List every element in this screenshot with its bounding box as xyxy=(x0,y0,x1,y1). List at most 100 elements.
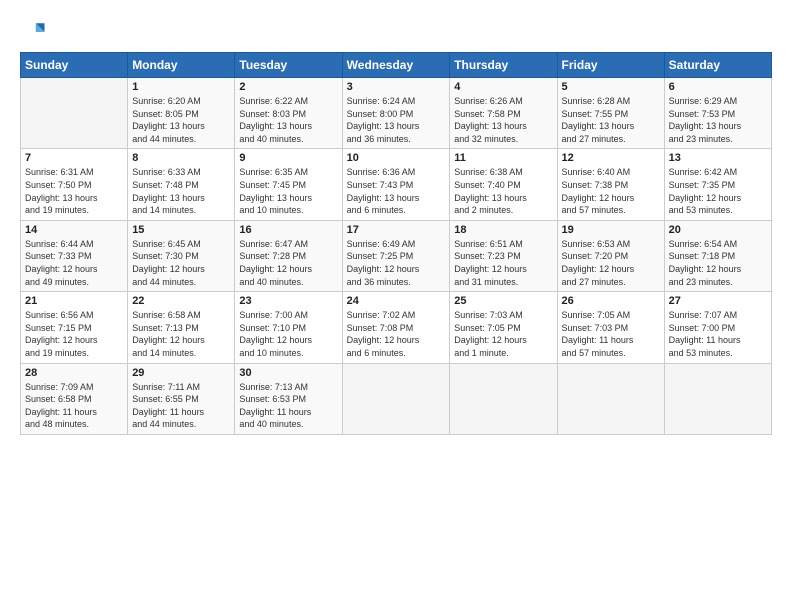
day-info: Sunrise: 7:07 AM Sunset: 7:00 PM Dayligh… xyxy=(669,309,767,359)
day-info: Sunrise: 7:05 AM Sunset: 7:03 PM Dayligh… xyxy=(562,309,660,359)
day-number: 25 xyxy=(454,295,552,307)
day-number: 4 xyxy=(454,81,552,93)
day-number: 18 xyxy=(454,224,552,236)
day-info: Sunrise: 6:58 AM Sunset: 7:13 PM Dayligh… xyxy=(132,309,230,359)
weekday-tuesday: Tuesday xyxy=(235,53,342,78)
day-cell xyxy=(450,363,557,434)
day-number: 3 xyxy=(347,81,446,93)
week-row-3: 21 Sunrise: 6:56 AM Sunset: 7:15 PM Dayli… xyxy=(21,292,772,363)
week-row-4: 28 Sunrise: 7:09 AM Sunset: 6:58 PM Dayli… xyxy=(21,363,772,434)
day-info: Sunrise: 6:40 AM Sunset: 7:38 PM Dayligh… xyxy=(562,166,660,216)
day-cell: 29 Sunrise: 7:11 AM Sunset: 6:55 PM Dayli… xyxy=(128,363,235,434)
day-cell: 25Sunrise: 7:03 AM Sunset: 7:05 PM Dayli… xyxy=(450,292,557,363)
day-cell: 23 Sunrise: 7:00 AM Sunset: 7:10 PM Dayli… xyxy=(235,292,342,363)
day-number: 12 xyxy=(562,152,660,164)
day-number: 16 xyxy=(239,224,337,236)
day-cell xyxy=(21,78,128,149)
day-info: Sunrise: 7:02 AM Sunset: 7:08 PM Dayligh… xyxy=(347,309,446,359)
day-cell: 7 Sunrise: 6:31 AM Sunset: 7:50 PM Daylig… xyxy=(21,149,128,220)
day-number: 21 xyxy=(25,295,123,307)
day-number: 17 xyxy=(347,224,446,236)
day-info: Sunrise: 7:13 AM Sunset: 6:53 PM Dayligh… xyxy=(239,381,337,431)
day-cell: 22Sunrise: 6:58 AM Sunset: 7:13 PM Dayli… xyxy=(128,292,235,363)
day-cell: 1 Sunrise: 6:20 AM Sunset: 8:05 PM Daylig… xyxy=(128,78,235,149)
day-cell: 28 Sunrise: 7:09 AM Sunset: 6:58 PM Dayli… xyxy=(21,363,128,434)
day-number: 23 xyxy=(239,295,337,307)
day-cell: 27 Sunrise: 7:07 AM Sunset: 7:00 PM Dayli… xyxy=(664,292,771,363)
calendar: SundayMondayTuesdayWednesdayThursdayFrid… xyxy=(20,52,772,435)
day-number: 30 xyxy=(239,367,337,379)
day-cell: 16 Sunrise: 6:47 AM Sunset: 7:28 PM Dayli… xyxy=(235,220,342,291)
day-cell: 15 Sunrise: 6:45 AM Sunset: 7:30 PM Dayli… xyxy=(128,220,235,291)
day-number: 29 xyxy=(132,367,230,379)
day-number: 19 xyxy=(562,224,660,236)
day-info: Sunrise: 6:29 AM Sunset: 7:53 PM Dayligh… xyxy=(669,95,767,145)
day-number: 2 xyxy=(239,81,337,93)
day-info: Sunrise: 6:44 AM Sunset: 7:33 PM Dayligh… xyxy=(25,238,123,288)
day-info: Sunrise: 6:42 AM Sunset: 7:35 PM Dayligh… xyxy=(669,166,767,216)
day-number: 14 xyxy=(25,224,123,236)
day-cell: 24 Sunrise: 7:02 AM Sunset: 7:08 PM Dayli… xyxy=(342,292,450,363)
day-cell: 6 Sunrise: 6:29 AM Sunset: 7:53 PM Daylig… xyxy=(664,78,771,149)
day-number: 8 xyxy=(132,152,230,164)
day-cell: 3 Sunrise: 6:24 AM Sunset: 8:00 PM Daylig… xyxy=(342,78,450,149)
day-cell: 5 Sunrise: 6:28 AM Sunset: 7:55 PM Daylig… xyxy=(557,78,664,149)
day-cell: 20 Sunrise: 6:54 AM Sunset: 7:18 PM Dayli… xyxy=(664,220,771,291)
day-info: Sunrise: 6:24 AM Sunset: 8:00 PM Dayligh… xyxy=(347,95,446,145)
day-number: 5 xyxy=(562,81,660,93)
day-info: Sunrise: 6:51 AM Sunset: 7:23 PM Dayligh… xyxy=(454,238,552,288)
day-number: 27 xyxy=(669,295,767,307)
day-info: Sunrise: 7:11 AM Sunset: 6:55 PM Dayligh… xyxy=(132,381,230,431)
day-cell: 10Sunrise: 6:36 AM Sunset: 7:43 PM Dayli… xyxy=(342,149,450,220)
day-info: Sunrise: 6:56 AM Sunset: 7:15 PM Dayligh… xyxy=(25,309,123,359)
weekday-friday: Friday xyxy=(557,53,664,78)
page: SundayMondayTuesdayWednesdayThursdayFrid… xyxy=(0,0,792,612)
day-number: 20 xyxy=(669,224,767,236)
day-info: Sunrise: 6:31 AM Sunset: 7:50 PM Dayligh… xyxy=(25,166,123,216)
day-info: Sunrise: 6:54 AM Sunset: 7:18 PM Dayligh… xyxy=(669,238,767,288)
day-number: 24 xyxy=(347,295,446,307)
day-number: 11 xyxy=(454,152,552,164)
header xyxy=(20,18,772,46)
day-info: Sunrise: 6:45 AM Sunset: 7:30 PM Dayligh… xyxy=(132,238,230,288)
day-info: Sunrise: 6:28 AM Sunset: 7:55 PM Dayligh… xyxy=(562,95,660,145)
weekday-monday: Monday xyxy=(128,53,235,78)
day-info: Sunrise: 7:09 AM Sunset: 6:58 PM Dayligh… xyxy=(25,381,123,431)
day-cell: 2 Sunrise: 6:22 AM Sunset: 8:03 PM Daylig… xyxy=(235,78,342,149)
day-number: 13 xyxy=(669,152,767,164)
day-number: 1 xyxy=(132,81,230,93)
day-cell xyxy=(557,363,664,434)
weekday-wednesday: Wednesday xyxy=(342,53,450,78)
day-number: 28 xyxy=(25,367,123,379)
weekday-thursday: Thursday xyxy=(450,53,557,78)
week-row-2: 14 Sunrise: 6:44 AM Sunset: 7:33 PM Dayli… xyxy=(21,220,772,291)
day-info: Sunrise: 6:22 AM Sunset: 8:03 PM Dayligh… xyxy=(239,95,337,145)
day-info: Sunrise: 6:38 AM Sunset: 7:40 PM Dayligh… xyxy=(454,166,552,216)
day-cell: 26Sunrise: 7:05 AM Sunset: 7:03 PM Dayli… xyxy=(557,292,664,363)
logo xyxy=(20,18,52,46)
day-cell: 30 Sunrise: 7:13 AM Sunset: 6:53 PM Dayli… xyxy=(235,363,342,434)
week-row-0: 1 Sunrise: 6:20 AM Sunset: 8:05 PM Daylig… xyxy=(21,78,772,149)
day-cell: 21 Sunrise: 6:56 AM Sunset: 7:15 PM Dayli… xyxy=(21,292,128,363)
day-info: Sunrise: 6:47 AM Sunset: 7:28 PM Dayligh… xyxy=(239,238,337,288)
week-row-1: 7 Sunrise: 6:31 AM Sunset: 7:50 PM Daylig… xyxy=(21,149,772,220)
day-info: Sunrise: 6:35 AM Sunset: 7:45 PM Dayligh… xyxy=(239,166,337,216)
day-info: Sunrise: 6:33 AM Sunset: 7:48 PM Dayligh… xyxy=(132,166,230,216)
day-number: 6 xyxy=(669,81,767,93)
day-info: Sunrise: 6:49 AM Sunset: 7:25 PM Dayligh… xyxy=(347,238,446,288)
weekday-header-row: SundayMondayTuesdayWednesdayThursdayFrid… xyxy=(21,53,772,78)
day-number: 7 xyxy=(25,152,123,164)
day-cell: 12 Sunrise: 6:40 AM Sunset: 7:38 PM Dayli… xyxy=(557,149,664,220)
day-info: Sunrise: 6:26 AM Sunset: 7:58 PM Dayligh… xyxy=(454,95,552,145)
day-cell: 13 Sunrise: 6:42 AM Sunset: 7:35 PM Dayli… xyxy=(664,149,771,220)
day-cell: 9 Sunrise: 6:35 AM Sunset: 7:45 PM Daylig… xyxy=(235,149,342,220)
day-number: 15 xyxy=(132,224,230,236)
logo-icon xyxy=(20,18,48,46)
weekday-saturday: Saturday xyxy=(664,53,771,78)
day-number: 9 xyxy=(239,152,337,164)
day-cell: 11 Sunrise: 6:38 AM Sunset: 7:40 PM Dayli… xyxy=(450,149,557,220)
day-number: 10 xyxy=(347,152,446,164)
day-info: Sunrise: 7:00 AM Sunset: 7:10 PM Dayligh… xyxy=(239,309,337,359)
day-info: Sunrise: 6:20 AM Sunset: 8:05 PM Dayligh… xyxy=(132,95,230,145)
day-cell: 18 Sunrise: 6:51 AM Sunset: 7:23 PM Dayli… xyxy=(450,220,557,291)
